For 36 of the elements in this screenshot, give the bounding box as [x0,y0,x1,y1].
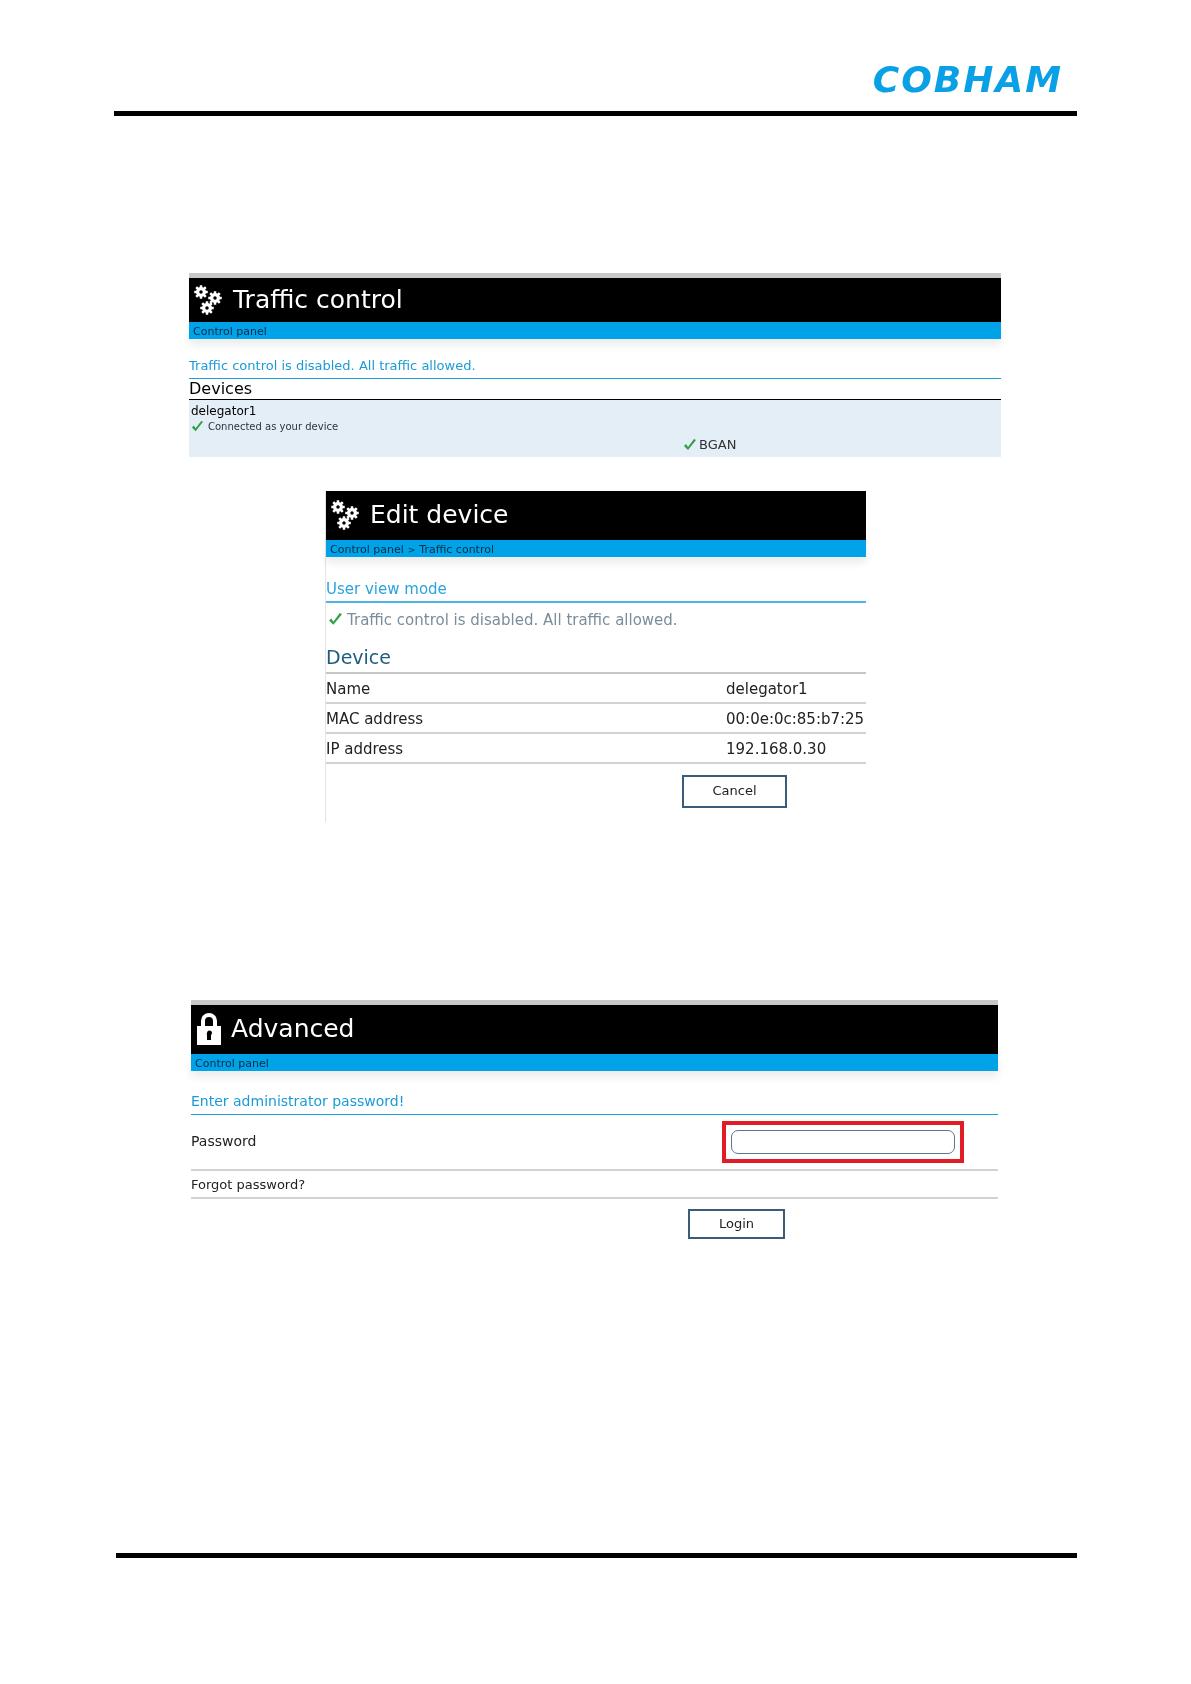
breadcrumb-link[interactable]: Control panel [193,325,267,339]
field-label: Password [191,1132,258,1151]
forgot-password-link[interactable]: Forgot password? [191,1175,306,1195]
breadcrumb-separator: > [407,543,416,557]
gears-icon [193,284,225,316]
lock-icon [195,1012,223,1046]
field-value: delegator1 [726,679,808,700]
page-title: Advanced [231,1013,355,1046]
connection-label: BGAN [699,436,737,454]
password-field[interactable] [722,1120,964,1163]
device-name: delegator1 [191,404,258,419]
check-icon [683,437,697,452]
field-label: MAC address [326,709,425,730]
field-value: 192.168.0.30 [726,739,827,760]
section-heading: Devices [189,379,253,398]
check-icon [328,612,343,628]
breadcrumb-link[interactable]: Traffic control [419,542,494,557]
status-message: Traffic control is disabled. All traffic allowed. [347,609,678,631]
status-message: Traffic control is disabled. All traffic allowed. [189,358,476,373]
check-icon [191,420,204,433]
status-message: Enter administrator password! [191,1092,405,1109]
page-title: Traffic control [233,284,403,317]
section-heading: Device [326,646,391,668]
gears-icon [330,499,362,531]
device-status: Connected as your device [208,420,339,434]
breadcrumb-link[interactable]: Control panel [330,542,404,557]
field-label: IP address [326,739,405,760]
field-value: 00:0e:0c:85:b7:25 [726,709,865,730]
mode-heading: User view mode [326,579,447,598]
login-button[interactable]: Login [688,1208,785,1239]
cancel-button[interactable]: Cancel [682,774,787,808]
field-label: Name [326,679,372,700]
breadcrumb-link[interactable]: Control panel [195,1056,269,1071]
device-row[interactable]: delegator1 Connected as your device BGAN [189,400,1001,457]
page-title: Edit device [370,499,509,532]
logo: COBHAM [872,60,1063,100]
